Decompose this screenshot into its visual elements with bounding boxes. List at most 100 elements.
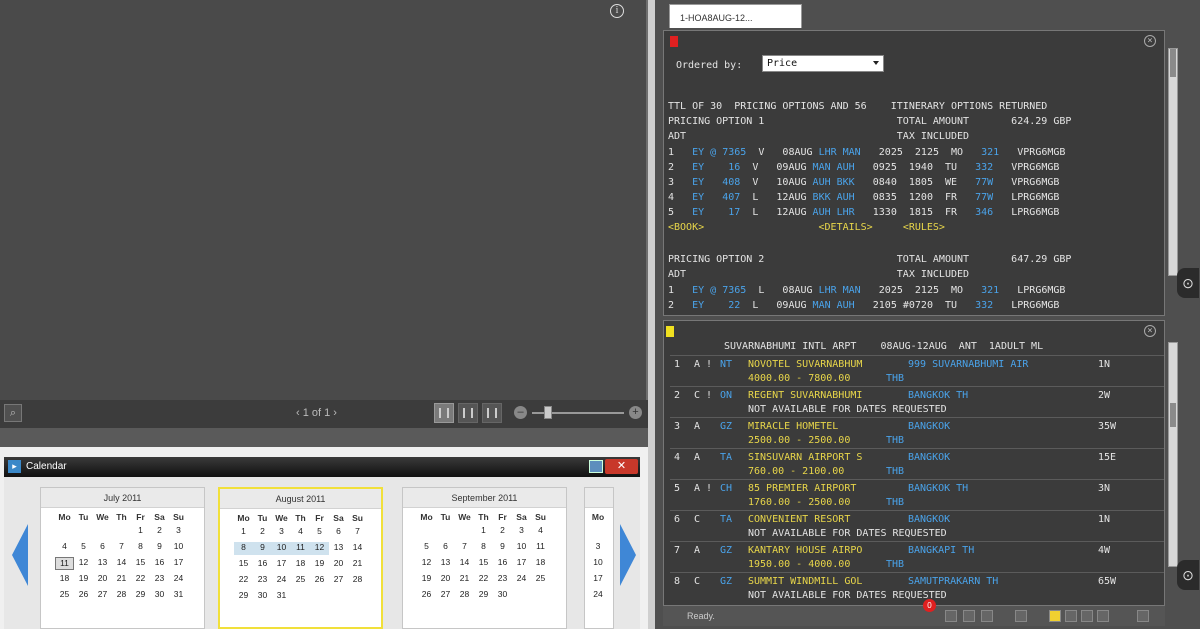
layout-icon[interactable]	[981, 610, 993, 622]
grid-view-icon[interactable]	[482, 403, 502, 423]
day-selected[interactable]: 10	[272, 542, 291, 555]
layout-icon[interactable]	[963, 610, 975, 622]
day[interactable]: 14	[112, 557, 131, 570]
zoom-slider[interactable]: – +	[514, 405, 642, 421]
day[interactable]: 16	[253, 558, 272, 571]
day[interactable]: 5	[74, 541, 93, 554]
details-link[interactable]: <DETAILS>	[819, 222, 873, 233]
hotel-row[interactable]: 1 A ! NT NOVOTEL SUVARNABHUM 999 SUVARNA…	[670, 355, 1164, 386]
day[interactable]: 14	[348, 542, 367, 555]
day[interactable]: 24	[272, 574, 291, 587]
flight-segment-row[interactable]: 3 EY 408 V 10AUG AUH BKK 0840 1805 WE 77…	[668, 176, 1059, 190]
day[interactable]: 14	[455, 557, 474, 570]
scrollbar-thumb[interactable]	[1170, 49, 1176, 77]
day[interactable]	[74, 525, 93, 538]
day[interactable]: 21	[112, 573, 131, 586]
hotel-row[interactable]: 2 C ! ON REGENT SUVARNABHUMI BANGKOK TH …	[670, 386, 1164, 417]
day[interactable]: 9	[493, 541, 512, 554]
day[interactable]: 18	[531, 557, 550, 570]
day[interactable]: 25	[531, 573, 550, 586]
day[interactable]: 16	[150, 557, 169, 570]
ordered-by-select[interactable]: Price	[762, 55, 884, 72]
hotel-row[interactable]: 7 A GZ KANTARY HOUSE AIRPO BANGKAPI TH 4…	[670, 541, 1164, 572]
day[interactable]: 18	[55, 573, 74, 586]
day[interactable]	[436, 525, 455, 538]
info-icon[interactable]: i	[610, 4, 624, 18]
day[interactable]: 27	[436, 589, 455, 602]
close-button[interactable]: ✕	[605, 459, 638, 474]
hotel-scrollbar[interactable]	[1168, 342, 1178, 567]
settings-icon[interactable]	[1137, 610, 1149, 622]
day[interactable]: 5	[417, 541, 436, 554]
day[interactable]: 10	[591, 557, 605, 570]
session-tab[interactable]: 1-HOA8AUG-12...	[669, 4, 802, 28]
day[interactable]: 13	[329, 542, 348, 555]
day[interactable]: 19	[417, 573, 436, 586]
day[interactable]: 1	[234, 526, 253, 539]
day[interactable]: 25	[291, 574, 310, 587]
day[interactable]: 26	[74, 589, 93, 602]
day[interactable]: 20	[329, 558, 348, 571]
flight-segment-row[interactable]: 1 EY @ 7365 V 08AUG LHR MAN 2025 2125 MO…	[668, 146, 1065, 160]
day[interactable]: 27	[329, 574, 348, 587]
zoom-out-icon[interactable]: –	[514, 406, 527, 419]
day[interactable]: 31	[272, 590, 291, 603]
day[interactable]: 19	[310, 558, 329, 571]
day[interactable]: 30	[493, 589, 512, 602]
day[interactable]: 24	[512, 573, 531, 586]
day[interactable]: 18	[291, 558, 310, 571]
zoom-thumb[interactable]	[544, 406, 552, 419]
day[interactable]: 2	[493, 525, 512, 538]
day[interactable]: 15	[474, 557, 493, 570]
scrollbar-thumb[interactable]	[1170, 403, 1176, 427]
day[interactable]	[55, 525, 74, 538]
single-page-view-icon[interactable]	[434, 403, 454, 423]
day[interactable]: 12	[74, 557, 93, 570]
tool-icon[interactable]	[1081, 610, 1093, 622]
day[interactable]: 20	[436, 573, 455, 586]
tool-icon[interactable]	[1097, 610, 1109, 622]
day-today[interactable]: 11	[55, 557, 74, 570]
book-link[interactable]: <BOOK>	[668, 222, 704, 233]
day[interactable]	[329, 590, 348, 603]
day[interactable]: 3	[169, 525, 188, 538]
day[interactable]: 23	[253, 574, 272, 587]
restore-icon[interactable]	[589, 460, 603, 473]
next-month-arrow-icon[interactable]	[618, 524, 636, 586]
zoom-in-icon[interactable]: +	[629, 406, 642, 419]
day[interactable]: 22	[131, 573, 150, 586]
magnifier-icon[interactable]: ⌕	[4, 404, 22, 422]
day[interactable]: 19	[74, 573, 93, 586]
day[interactable]: 6	[93, 541, 112, 554]
day[interactable]: 21	[455, 573, 474, 586]
day[interactable]	[455, 525, 474, 538]
day[interactable]	[417, 525, 436, 538]
day[interactable]: 29	[131, 589, 150, 602]
tool-icon[interactable]	[1065, 610, 1077, 622]
day[interactable]: 22	[234, 574, 253, 587]
day[interactable]: 30	[253, 590, 272, 603]
day[interactable]: 17	[512, 557, 531, 570]
day[interactable]: 28	[112, 589, 131, 602]
rules-link[interactable]: <RULES>	[903, 222, 945, 233]
close-pane-icon[interactable]: ×	[1144, 35, 1156, 47]
day[interactable]: 1	[474, 525, 493, 538]
day[interactable]: 6	[436, 541, 455, 554]
pricing-scrollbar[interactable]	[1168, 48, 1178, 276]
day-selected[interactable]: 12	[310, 542, 329, 555]
hotel-row[interactable]: 8 C GZ SUMMIT WINDMILL GOL SAMUTPRAKARN …	[670, 572, 1164, 603]
day[interactable]: 7	[455, 541, 474, 554]
highlight-icon[interactable]	[1049, 610, 1061, 622]
two-page-view-icon[interactable]	[458, 403, 478, 423]
day[interactable]: 3	[272, 526, 291, 539]
day[interactable]: 21	[348, 558, 367, 571]
window-icon[interactable]	[1015, 610, 1027, 622]
day[interactable]: 23	[150, 573, 169, 586]
keyboard-icon[interactable]	[945, 610, 957, 622]
day[interactable]: 2	[253, 526, 272, 539]
day[interactable]	[591, 525, 605, 538]
day-selected[interactable]: 11	[291, 542, 310, 555]
flight-segment-row[interactable]: 2 EY 16 V 09AUG MAN AUH 0925 1940 TU 332…	[668, 161, 1059, 175]
day[interactable]	[348, 590, 367, 603]
day[interactable]: 26	[310, 574, 329, 587]
